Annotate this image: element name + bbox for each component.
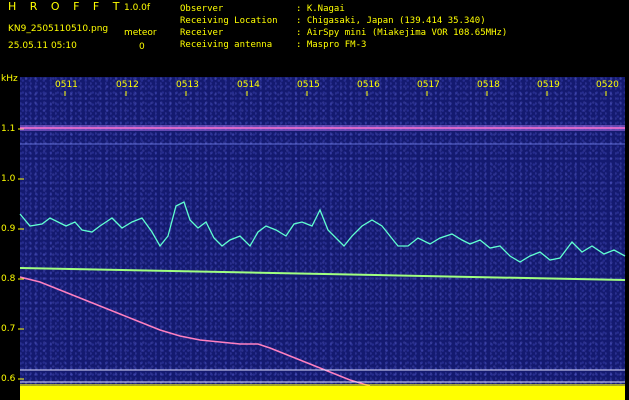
signal-trace bbox=[19, 201, 626, 263]
x-tick-marks bbox=[64, 91, 607, 96]
y-tick-marks bbox=[18, 128, 24, 380]
plot-overlay bbox=[18, 91, 626, 400]
baseline-edge bbox=[20, 384, 625, 387]
drift-line bbox=[19, 267, 626, 281]
baseline-band bbox=[20, 386, 625, 400]
